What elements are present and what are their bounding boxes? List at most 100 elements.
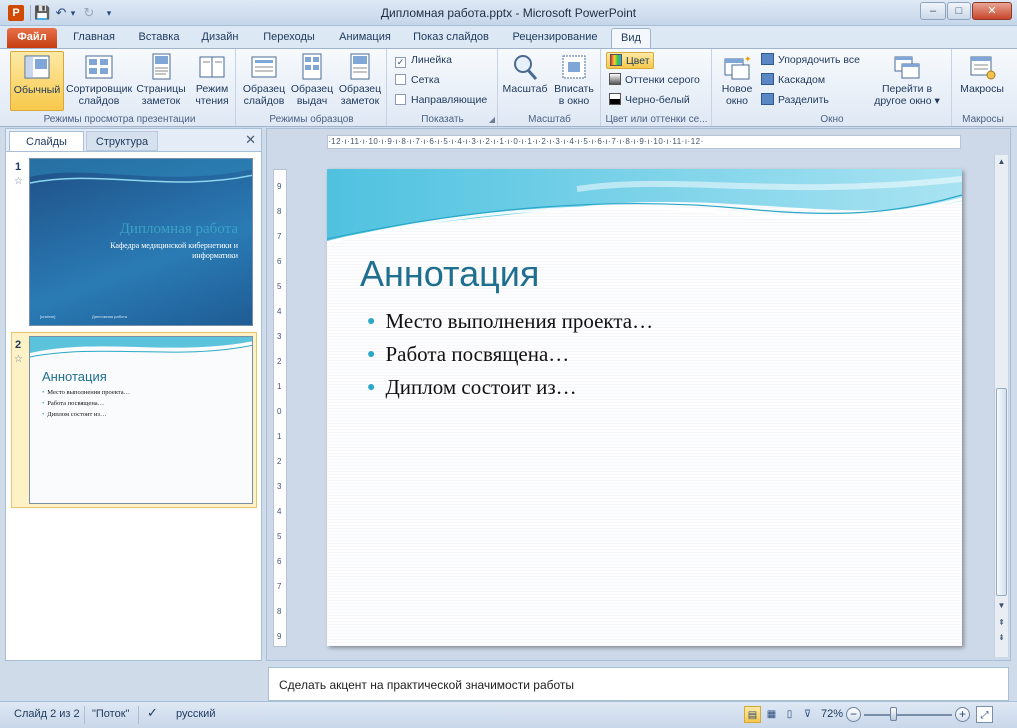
thumbnail-subtitle: Кафедра медицинской кибернетики и информ…	[110, 241, 238, 260]
thumbnail-wave-decoration	[30, 159, 252, 184]
thumbnail-number: 1	[15, 161, 22, 173]
minimize-button[interactable]: –	[920, 2, 946, 20]
slide-thumbnails: 1 ☆ Дипломная работа Кафедра медицинской…	[6, 151, 261, 660]
notes-pane[interactable]: Сделать акцент на практической значимост…	[268, 667, 1009, 701]
next-slide-icon[interactable]: ⇟	[995, 631, 1008, 644]
notes-page-button[interactable]: Страницы заметок	[134, 51, 188, 111]
zoom-slider-thumb[interactable]	[890, 707, 898, 721]
black-white-button[interactable]: Черно-белый	[609, 92, 690, 109]
current-slide[interactable]: Аннотация ● Место выполнения проекта… ● Ра…	[327, 169, 962, 646]
group-macros: Макросы Макросы	[953, 49, 1013, 126]
tab-animation[interactable]: Анимация	[331, 28, 399, 48]
slide-thumbnail-2[interactable]: Аннотация • Место выполнения проекта… • Ра…	[29, 336, 253, 504]
slide-wave-decoration	[327, 169, 962, 245]
previous-slide-icon[interactable]: ⇞	[995, 616, 1008, 629]
slide-title[interactable]: Аннотация	[360, 253, 539, 295]
cascade-icon	[761, 73, 774, 85]
vertical-ruler[interactable]: 9 8 7 6 5 4 3 2 1 0 1 2 3 4 5 6 7 8 9	[273, 169, 287, 647]
language[interactable]: русский	[176, 708, 215, 720]
scroll-down-icon[interactable]: ▼	[995, 599, 1008, 612]
macros-icon	[970, 56, 996, 80]
thumbnail-bullet: • Место выполнения проекта…	[42, 389, 131, 396]
transition-star-icon: ☆	[14, 176, 23, 187]
tab-slides[interactable]: Слайды	[9, 131, 84, 151]
slide-sorter-icon	[85, 55, 113, 79]
normal-view-button[interactable]: Обычный	[10, 51, 64, 111]
title-bar: P 💾 ↶ ▾ ↻ ▾ Дипломная работа.pptx - Micr…	[0, 0, 1017, 26]
slide-editing-area: ·12·ı·11·ı·10·ı·9·ı·8·ı·7·ı·6·ı·5·ı·4·ı·…	[266, 128, 1011, 661]
tab-slide-show[interactable]: Показ слайдов	[405, 28, 497, 48]
window-title: Дипломная работа.pptx - Microsoft PowerP…	[380, 6, 637, 20]
thumbnail-footer-date: [unclear]	[40, 314, 56, 319]
group-window: ✦ Новое окно Упорядочить все Каскадом Ра…	[713, 49, 952, 126]
color-button[interactable]: Цвет	[606, 52, 654, 69]
tab-outline[interactable]: Структура	[86, 131, 158, 151]
zoom-slider[interactable]	[864, 714, 952, 716]
scroll-up-icon[interactable]: ▲	[995, 155, 1008, 168]
group-label-show: Показать	[421, 114, 464, 125]
handout-master-button[interactable]: Образец выдач	[289, 51, 335, 111]
thumbnail-title: Аннотация	[42, 369, 107, 384]
split-button[interactable]: Разделить	[761, 92, 829, 109]
vertical-scrollbar[interactable]: ▲ ▼ ⇞ ⇟	[994, 155, 1008, 657]
normal-view-icon	[24, 55, 50, 79]
tab-view[interactable]: Вид	[611, 28, 651, 48]
notes-master-icon	[350, 53, 370, 80]
arrange-all-button[interactable]: Упорядочить все	[761, 52, 860, 69]
cascade-button[interactable]: Каскадом	[761, 72, 825, 89]
theme-name[interactable]: "Поток"	[92, 708, 129, 720]
group-label-master-views: Режимы образцов	[269, 114, 354, 125]
horizontal-ruler[interactable]: ·12·ı·11·ı·10·ı·9·ı·8·ı·7·ı·6·ı·5·ı·4·ı·…	[327, 135, 961, 149]
fit-slide-icon[interactable]: ⤢	[976, 706, 993, 723]
group-master-views: Образец слайдов Образец выдач Образец за…	[237, 49, 387, 126]
zoom-out-icon[interactable]: −	[846, 707, 861, 722]
spellcheck-icon[interactable]: ✓	[147, 705, 158, 721]
tab-review[interactable]: Рецензирование	[506, 28, 604, 48]
tab-insert[interactable]: Вставка	[131, 28, 187, 48]
normal-view-status-icon[interactable]: ▤	[744, 706, 761, 723]
thumbnail-footer-text: Дипломная работа	[92, 314, 128, 319]
slide-show-status-icon[interactable]: ⊽	[799, 706, 816, 723]
zoom-in-icon[interactable]: +	[955, 707, 970, 722]
slide-sorter-button[interactable]: Сортировщик слайдов	[66, 51, 132, 111]
tab-transitions[interactable]: Переходы	[257, 28, 321, 48]
slide-bullet[interactable]: ● Место выполнения проекта…	[367, 309, 653, 334]
notes-text[interactable]: Сделать акцент на практической значимост…	[279, 678, 574, 692]
new-window-button[interactable]: ✦ Новое окно	[717, 51, 757, 111]
notes-master-button[interactable]: Образец заметок	[337, 51, 383, 111]
scrollbar-thumb[interactable]	[996, 388, 1007, 596]
slide-bullet[interactable]: ● Работа посвящена…	[367, 342, 569, 367]
reading-view-button[interactable]: Режим чтения	[190, 51, 234, 111]
slide-master-button[interactable]: Образец слайдов	[241, 51, 287, 111]
notes-page-icon	[152, 53, 171, 80]
grid-checkbox[interactable]: Сетка	[395, 72, 440, 89]
status-bar: Слайд 2 из 2 "Поток" ✓ русский ▤ ▦ ▯ ⊽ 7…	[0, 701, 1017, 728]
macros-button[interactable]: Макросы	[955, 51, 1009, 111]
ribbon-tab-bar: Файл Главная Вставка Дизайн Переходы Ани…	[0, 26, 1017, 70]
svg-text:✦: ✦	[744, 54, 752, 64]
new-window-icon: ✦	[724, 54, 752, 80]
fit-to-window-button[interactable]: Вписать в окно	[550, 51, 598, 111]
tab-file[interactable]: Файл	[7, 28, 57, 48]
dialog-launcher-icon[interactable]: ◢	[489, 115, 495, 124]
zoom-button[interactable]: Масштаб	[502, 51, 548, 111]
slide-bullet[interactable]: ● Диплом состоит из…	[367, 375, 577, 400]
ruler-checkbox[interactable]: ✓ Линейка	[395, 52, 452, 69]
grayscale-button[interactable]: Оттенки серого	[609, 72, 700, 89]
dropdown-arrow-icon: ▾	[934, 95, 940, 107]
reading-view-status-icon[interactable]: ▯	[781, 706, 798, 723]
close-pane-icon[interactable]: ✕	[245, 132, 256, 148]
tab-design[interactable]: Дизайн	[194, 28, 246, 48]
thumbnail-bullet: • Диплом состоит из…	[42, 411, 107, 418]
close-button[interactable]: ✕	[972, 2, 1012, 20]
tab-home[interactable]: Главная	[65, 28, 123, 48]
maximize-button[interactable]: □	[947, 2, 971, 20]
grayscale-icon	[609, 73, 621, 85]
slide-thumbnail-1[interactable]: Дипломная работа Кафедра медицинской киб…	[29, 158, 253, 326]
fit-to-window-icon	[562, 55, 586, 79]
slide-sorter-status-icon[interactable]: ▦	[763, 706, 780, 723]
handout-master-icon	[302, 53, 322, 80]
guides-checkbox[interactable]: Направляющие	[395, 92, 487, 109]
switch-windows-button[interactable]: Перейти в другое окно ▾	[867, 51, 947, 111]
zoom-level[interactable]: 72%	[821, 708, 843, 720]
